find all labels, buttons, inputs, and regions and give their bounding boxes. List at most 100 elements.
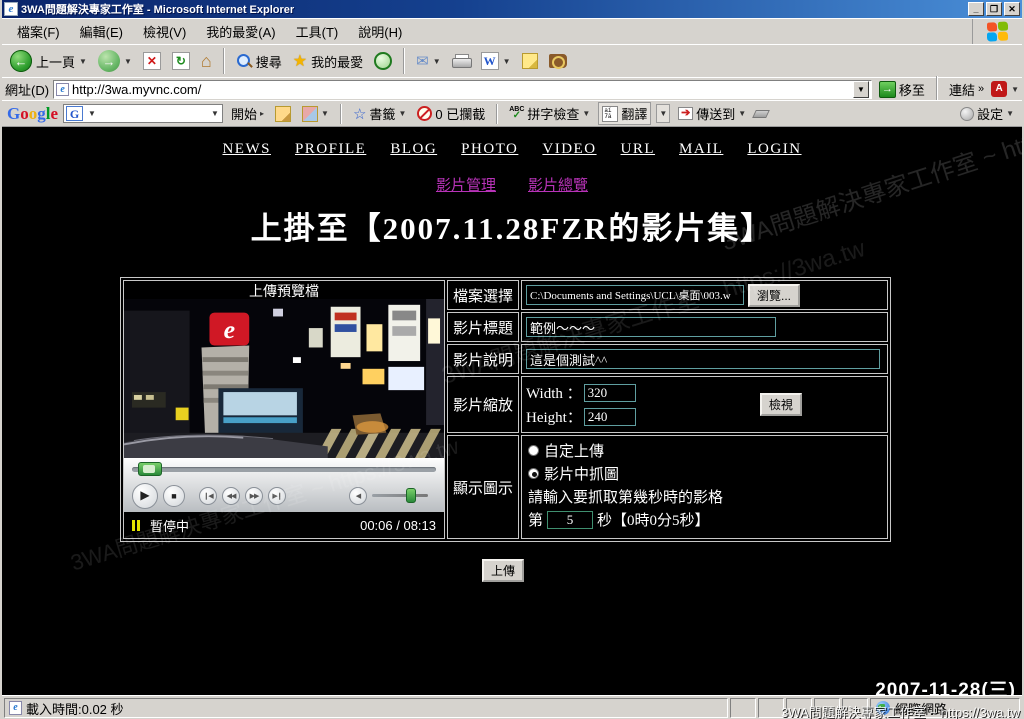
favorites-button[interactable]: ★ 我的最愛 xyxy=(289,49,367,73)
menu-help[interactable]: 說明(H) xyxy=(349,19,411,44)
fast-forward-button[interactable]: ▶▶ xyxy=(245,487,263,505)
status-panel xyxy=(758,698,784,718)
links-button[interactable]: 連結 » xyxy=(946,80,987,99)
google-extensions-button[interactable]: ▼ xyxy=(299,105,332,123)
adobe-pdf-icon[interactable]: A xyxy=(991,81,1007,97)
highlighter-icon[interactable] xyxy=(752,110,770,118)
menu-edit[interactable]: 編輯(E) xyxy=(71,19,132,44)
go-button[interactable]: → 移至 xyxy=(876,80,928,99)
nav-link-blog[interactable]: BLOG xyxy=(390,141,437,158)
settings-dropdown-icon[interactable]: ▼ xyxy=(1006,109,1014,118)
radio-option-custom[interactable]: 自定上傳 xyxy=(528,440,604,461)
extensions-dropdown-icon[interactable]: ▼ xyxy=(321,109,329,118)
seek-thumb[interactable] xyxy=(138,462,162,476)
links-chevron-icon: » xyxy=(978,83,984,95)
document-icon: e xyxy=(9,701,22,715)
nav-link-photo[interactable]: PHOTO xyxy=(461,141,518,158)
sendto-dropdown-icon[interactable]: ▼ xyxy=(738,109,746,118)
menu-file[interactable]: 檔案(F) xyxy=(8,19,69,44)
close-button[interactable]: ✕ xyxy=(1004,2,1020,16)
print-button[interactable] xyxy=(448,52,474,70)
view-button[interactable]: 檢視 xyxy=(760,393,802,416)
google-spellcheck-button[interactable]: ABC✓ 拼字檢查 ▼ xyxy=(506,103,593,124)
back-dropdown-icon[interactable]: ▼ xyxy=(79,57,87,66)
google-search-input[interactable] xyxy=(99,107,208,121)
radio-custom-icon[interactable] xyxy=(528,445,539,456)
video-desc-input[interactable] xyxy=(526,349,880,369)
file-select-label: 檔案選擇 xyxy=(447,280,519,310)
file-path-input[interactable] xyxy=(526,285,744,305)
google-translate-button[interactable]: aí7ă 翻譯 xyxy=(598,102,651,125)
address-dropdown-icon[interactable]: ▼ xyxy=(853,81,869,98)
google-start-button[interactable]: 開始 ▸ xyxy=(228,103,267,124)
messenger-button[interactable] xyxy=(518,51,542,71)
address-input[interactable] xyxy=(72,82,853,97)
video-desc-label: 影片說明 xyxy=(447,344,519,374)
volume-slider[interactable] xyxy=(372,494,428,497)
google-sitesearch-button[interactable] xyxy=(272,105,294,123)
forward-dropdown-icon[interactable]: ▼ xyxy=(124,57,132,66)
pdf-dropdown-icon[interactable]: ▼ xyxy=(1011,85,1019,94)
google-sendto-button[interactable]: ➔ 傳送到 ▼ xyxy=(675,103,749,124)
google-bookmarks-button[interactable]: ☆ 書籤 ▼ xyxy=(350,103,409,124)
mute-button[interactable]: ◀ xyxy=(349,487,367,505)
forward-button[interactable]: → ▼ xyxy=(94,48,136,74)
google-popup-blocker-button[interactable]: 0 已攔截 xyxy=(414,103,488,124)
rewind-button[interactable]: ◀◀ xyxy=(222,487,240,505)
menu-tools[interactable]: 工具(T) xyxy=(287,19,348,44)
page-title: 上掛至【2007.11.28FZR的影片集】 xyxy=(2,203,1022,248)
restore-button[interactable]: ❐ xyxy=(986,2,1002,16)
subnav-link-manage[interactable]: 影片管理 xyxy=(436,174,496,195)
bookmarks-dropdown-icon[interactable]: ▼ xyxy=(398,109,406,118)
refresh-button[interactable]: ↻ xyxy=(168,50,194,72)
stop-playback-button[interactable]: ■ xyxy=(163,485,185,507)
home-button[interactable]: ⌂ xyxy=(197,49,216,74)
wmp-control-bar: ▶ ■ ❙◀ ◀◀ ▶▶ ▶❙ ◀ xyxy=(124,458,444,512)
mail-dropdown-icon[interactable]: ▼ xyxy=(433,57,441,66)
print-icon xyxy=(452,54,470,68)
video-scale-label: 影片縮放 xyxy=(447,376,519,433)
seek-bar[interactable] xyxy=(132,467,436,472)
google-history-dropdown-icon[interactable]: ▼ xyxy=(208,109,222,118)
google-search-dropdown-icon[interactable]: ▼ xyxy=(85,109,99,118)
mail-button[interactable]: ✉ ▼ xyxy=(412,50,445,72)
radio-capture-icon[interactable] xyxy=(528,468,539,479)
spellcheck-dropdown-icon[interactable]: ▼ xyxy=(582,109,590,118)
nav-link-url[interactable]: URL xyxy=(621,141,656,158)
upload-button[interactable]: 上傳 xyxy=(482,559,524,582)
translate-dropdown-icon[interactable]: ▼ xyxy=(656,104,670,123)
research-button[interactable] xyxy=(545,52,571,70)
menu-view[interactable]: 檢視(V) xyxy=(134,19,195,44)
word-dropdown-icon[interactable]: ▼ xyxy=(503,57,511,66)
subnav-link-overview[interactable]: 影片總覽 xyxy=(528,174,588,195)
nav-link-login[interactable]: LOGIN xyxy=(747,141,801,158)
width-input[interactable] xyxy=(584,384,636,402)
nav-link-video[interactable]: VIDEO xyxy=(542,141,596,158)
nav-link-mail[interactable]: MAIL xyxy=(679,141,723,158)
browse-button[interactable]: 瀏覽... xyxy=(748,284,800,307)
volume-thumb[interactable] xyxy=(406,488,416,503)
search-button[interactable]: 搜尋 xyxy=(232,50,286,73)
second-input[interactable] xyxy=(547,511,593,529)
minimize-button[interactable]: _ xyxy=(968,2,984,16)
page-icon: e xyxy=(56,83,69,96)
extensions-icon xyxy=(302,106,318,122)
video-title-input[interactable] xyxy=(526,317,776,337)
go-icon: → xyxy=(879,81,896,98)
google-settings-button[interactable]: 設定 ▼ xyxy=(957,103,1017,124)
play-button[interactable]: ▶ xyxy=(132,483,158,509)
radio-option-capture[interactable]: 影片中抓圖 xyxy=(528,463,619,484)
stop-button[interactable]: ✕ xyxy=(139,50,165,72)
history-button[interactable] xyxy=(370,50,396,72)
previous-button[interactable]: ❙◀ xyxy=(199,487,217,505)
back-button[interactable]: ← 上一頁 ▼ xyxy=(6,48,91,74)
edit-with-word-button[interactable]: W ▼ xyxy=(477,50,515,72)
svg-text:e: e xyxy=(224,315,235,344)
next-button[interactable]: ▶❙ xyxy=(268,487,286,505)
nav-link-news[interactable]: NEWS xyxy=(222,141,271,158)
windows-logo-throbber xyxy=(972,19,1022,44)
height-input[interactable] xyxy=(584,408,636,426)
video-title-label: 影片標題 xyxy=(447,312,519,342)
nav-link-profile[interactable]: PROFILE xyxy=(295,141,366,158)
menu-favorites[interactable]: 我的最愛(A) xyxy=(197,19,284,44)
